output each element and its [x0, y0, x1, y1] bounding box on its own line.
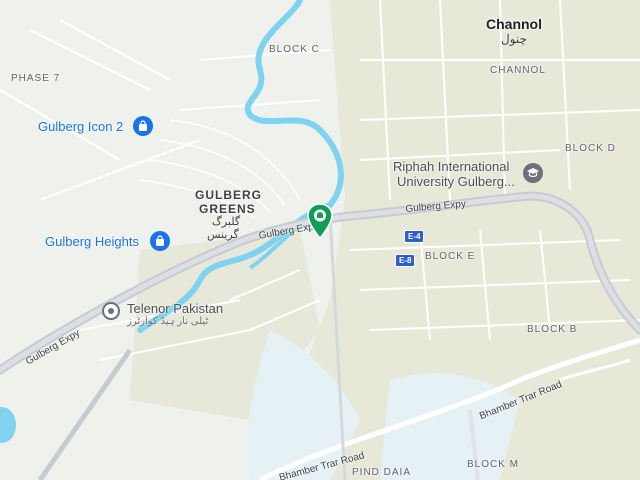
area-label-channol-urdu: چنول [501, 32, 527, 46]
area-label-block-d: BLOCK D [565, 143, 616, 154]
area-label-gulberg-greens-2: GREENS [199, 202, 256, 216]
area-label-channol: Channol [486, 16, 542, 32]
poi-label-telenor[interactable]: Telenor Pakistan [127, 301, 223, 316]
location-pin-icon[interactable] [307, 203, 333, 239]
area-label-phase-7: PHASE 7 [11, 73, 61, 84]
poi-label-gulberg-icon-2[interactable]: Gulberg Icon 2 [38, 119, 123, 134]
poi-label-telenor-urdu: ٹیلی نار ہیڈ کوارٹرز [127, 316, 209, 327]
shopping-bag-icon[interactable] [133, 116, 153, 136]
highway-shield-e8: E-8 [395, 254, 416, 267]
area-label-pind-daia: PIND DAIA [352, 467, 412, 478]
map-canvas[interactable]: BLOCK C PHASE 7 Channol چنول CHANNOL BLO… [0, 0, 640, 480]
area-label-block-c: BLOCK C [269, 44, 320, 55]
area-label-block-m: BLOCK M [467, 459, 520, 470]
area-label-block-b: BLOCK B [527, 324, 578, 335]
highway-shield-e4: E-4 [404, 230, 425, 243]
area-label-channol-caps: CHANNOL [490, 65, 546, 76]
shopping-bag-icon[interactable] [150, 231, 170, 251]
poi-label-riphah-2[interactable]: University Gulberg... [397, 174, 515, 189]
area-label-gulberg-greens-urdu: گلبرگ [212, 216, 241, 228]
place-icon[interactable] [102, 302, 120, 320]
poi-label-riphah-1[interactable]: Riphah International [393, 159, 509, 174]
poi-label-gulberg-heights[interactable]: Gulberg Heights [45, 234, 139, 249]
area-label-gulberg-greens: GULBERG [195, 188, 262, 202]
area-label-gulberg-greens-urdu-2: گرینس [207, 229, 239, 241]
graduation-cap-icon[interactable] [523, 163, 543, 183]
area-label-block-e: BLOCK E [425, 251, 476, 262]
